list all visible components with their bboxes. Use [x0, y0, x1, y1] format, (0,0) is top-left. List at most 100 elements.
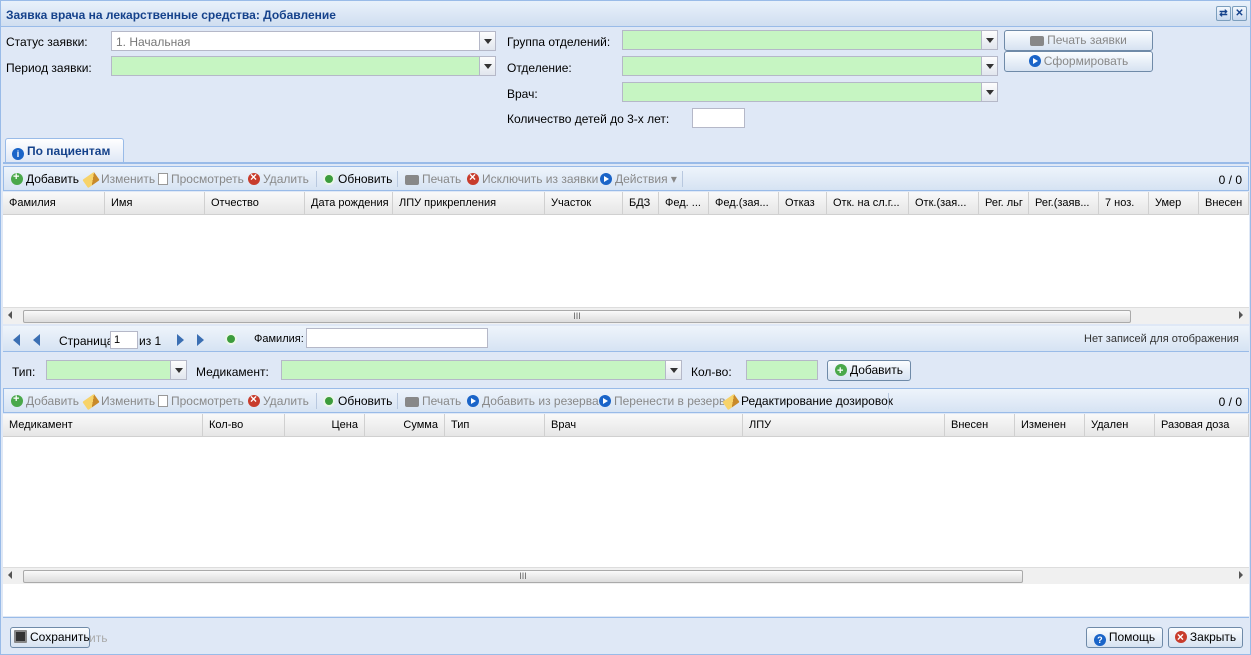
- column-header[interactable]: БДЗ: [623, 192, 659, 214]
- play-icon: [600, 173, 612, 185]
- refresh-icon[interactable]: [225, 333, 237, 345]
- toolbar-separator: [682, 171, 683, 187]
- edit-dosage-button[interactable]: Редактирование дозировок: [722, 393, 893, 411]
- period-combo[interactable]: [111, 56, 496, 76]
- print-patients-button[interactable]: Печать: [405, 172, 461, 186]
- chevron-down-icon[interactable]: [981, 30, 998, 50]
- actions-menu[interactable]: Действия ▾: [600, 172, 677, 186]
- view-patient-button[interactable]: Просмотреть: [158, 172, 244, 186]
- first-page-icon[interactable]: [13, 334, 20, 346]
- column-header[interactable]: ЛПУ прикрепления: [393, 192, 545, 214]
- status-value: 1. Начальная: [116, 35, 191, 49]
- form-button[interactable]: Сформировать: [1004, 51, 1153, 72]
- column-header[interactable]: Отказ: [779, 192, 827, 214]
- page-label: Страница: [59, 334, 114, 348]
- column-header[interactable]: Разовая доза: [1155, 414, 1249, 436]
- patients-grid-header: Фамилия Имя Отчество Дата рождения ЛПУ п…: [3, 192, 1249, 215]
- scroll-thumb[interactable]: III: [23, 310, 1131, 323]
- close-tool-icon[interactable]: ✕: [1232, 6, 1247, 21]
- column-header[interactable]: Медикамент: [3, 414, 203, 436]
- dept-combo[interactable]: [622, 56, 998, 76]
- scroll-right-icon[interactable]: [1239, 571, 1243, 579]
- column-header[interactable]: Умер: [1149, 192, 1199, 214]
- refresh-patients-button[interactable]: Обновить: [323, 172, 392, 186]
- print-request-button[interactable]: Печать заявки: [1004, 30, 1153, 51]
- column-header[interactable]: Дата рождения: [305, 192, 393, 214]
- scroll-left-icon[interactable]: [8, 571, 12, 579]
- chevron-down-icon[interactable]: [981, 56, 998, 76]
- column-header[interactable]: Фед. ...: [659, 192, 709, 214]
- children-input[interactable]: [692, 108, 745, 128]
- column-header[interactable]: Рег. льг: [979, 192, 1029, 214]
- column-header[interactable]: Кол-во: [203, 414, 285, 436]
- column-header[interactable]: Отк.(зая...: [909, 192, 979, 214]
- status-combo[interactable]: 1. Начальная: [111, 31, 496, 51]
- add-drug-button[interactable]: Добавить: [827, 360, 911, 381]
- scroll-left-icon[interactable]: [8, 311, 12, 319]
- window-footer: Сохранить ить ?Помощь Закрыть: [3, 617, 1249, 654]
- chevron-down-icon[interactable]: [479, 31, 496, 51]
- add-from-reserve-button[interactable]: Добавить из резерва: [467, 394, 599, 408]
- column-header[interactable]: Фамилия: [3, 192, 105, 214]
- refresh-tool-icon[interactable]: ⇄: [1216, 6, 1231, 21]
- drug-combo[interactable]: [281, 360, 682, 380]
- column-header[interactable]: Изменен: [1015, 414, 1085, 436]
- drugs-toolbar: Добавить Изменить Просмотреть Удалить Об…: [3, 388, 1249, 413]
- save-button[interactable]: Сохранить: [10, 627, 90, 648]
- column-header[interactable]: Удален: [1085, 414, 1155, 436]
- move-to-reserve-button[interactable]: Перенести в резерв: [599, 394, 725, 408]
- delete-icon: [467, 170, 479, 185]
- printer-icon: [1030, 36, 1045, 46]
- drug-label: Медикамент:: [196, 365, 269, 379]
- column-header[interactable]: Цена: [285, 414, 365, 436]
- column-header[interactable]: 7 ноз.: [1099, 192, 1149, 214]
- chevron-down-icon[interactable]: [170, 360, 187, 380]
- add-patient-button[interactable]: Добавить: [11, 171, 79, 186]
- column-header[interactable]: Внесен: [945, 414, 1015, 436]
- chevron-down-icon[interactable]: [981, 82, 998, 102]
- group-combo[interactable]: [622, 30, 998, 50]
- scroll-thumb[interactable]: III: [23, 570, 1023, 583]
- help-button[interactable]: ? Помощь: [1086, 627, 1163, 648]
- surname-filter-input[interactable]: [306, 328, 488, 348]
- patients-hscrollbar[interactable]: III: [3, 307, 1249, 324]
- tab-by-patients[interactable]: i По пациентам: [5, 138, 124, 162]
- page-input[interactable]: 1: [110, 331, 138, 349]
- refresh-drugs-button[interactable]: Обновить: [323, 394, 392, 408]
- document-icon: [158, 173, 168, 185]
- column-header[interactable]: Имя: [105, 192, 205, 214]
- column-header[interactable]: Участок: [545, 192, 623, 214]
- column-header[interactable]: Фед.(зая...: [709, 192, 779, 214]
- column-header[interactable]: Рег.(заяв...: [1029, 192, 1099, 214]
- edit-patient-button[interactable]: Изменить: [82, 171, 155, 189]
- delete-icon: [248, 392, 260, 407]
- edit-drug-button[interactable]: Изменить: [82, 393, 155, 411]
- exclude-button[interactable]: Исключить из заявки: [467, 170, 598, 186]
- drugs-hscrollbar[interactable]: III: [3, 567, 1249, 584]
- type-combo[interactable]: [46, 360, 187, 380]
- last-page-icon[interactable]: [197, 334, 204, 346]
- column-header[interactable]: Отчество: [205, 192, 305, 214]
- print-drugs-button[interactable]: Печать: [405, 394, 461, 408]
- column-header[interactable]: Отк. на сл.г...: [827, 192, 909, 214]
- doctor-combo[interactable]: [622, 82, 998, 102]
- next-page-icon[interactable]: [177, 334, 184, 346]
- qty-input[interactable]: [746, 360, 818, 380]
- chevron-down-icon[interactable]: [479, 56, 496, 76]
- close-button[interactable]: Закрыть: [1168, 627, 1243, 648]
- view-drug-button[interactable]: Просмотреть: [158, 394, 244, 408]
- plus-icon: [11, 393, 23, 407]
- add-drug-row-button[interactable]: Добавить: [11, 393, 79, 408]
- scroll-right-icon[interactable]: [1239, 311, 1243, 319]
- column-header[interactable]: Врач: [545, 414, 743, 436]
- prev-page-icon[interactable]: [33, 334, 40, 346]
- column-header[interactable]: Тип: [445, 414, 545, 436]
- column-header[interactable]: Сумма: [365, 414, 445, 436]
- delete-drug-button[interactable]: Удалить: [248, 392, 309, 408]
- column-header[interactable]: Внесен: [1199, 192, 1249, 214]
- period-label: Период заявки:: [6, 61, 92, 75]
- delete-patient-button[interactable]: Удалить: [248, 170, 309, 186]
- chevron-down-icon[interactable]: [665, 360, 682, 380]
- patients-count: 0 / 0: [1218, 173, 1242, 187]
- column-header[interactable]: ЛПУ: [743, 414, 945, 436]
